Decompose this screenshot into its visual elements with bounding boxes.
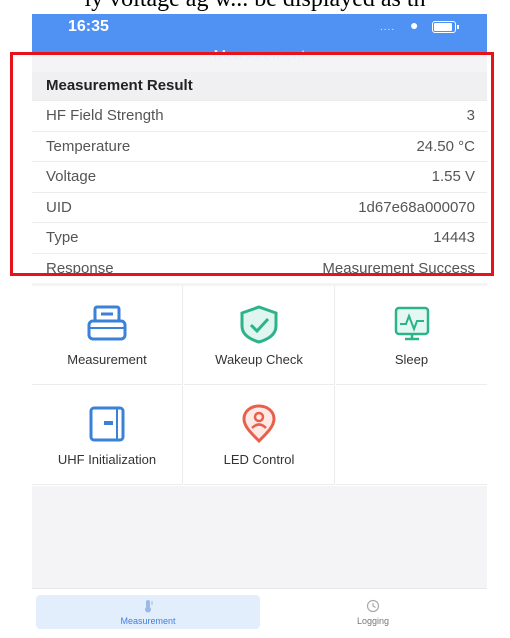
nav-title: Measurement xyxy=(213,50,306,64)
row-label: Voltage xyxy=(46,168,97,185)
result-row-voltage: Voltage 1.55 V xyxy=(32,161,487,192)
measurement-result-panel: Measurement Result HF Field Strength 3 T… xyxy=(32,72,487,283)
uhf-initialization-button[interactable]: UHF Initialization xyxy=(32,386,183,485)
tile-label: UHF Initialization xyxy=(57,452,157,467)
row-value: 3 xyxy=(466,107,475,124)
result-row-type: Type 14443 xyxy=(32,222,487,253)
function-grid: Measurement Wakeup Check Sleep UHF Initi… xyxy=(32,286,487,486)
wakeup-check-button[interactable]: Wakeup Check xyxy=(184,286,335,385)
tab-logging[interactable]: Logging xyxy=(261,595,485,629)
battery-icon xyxy=(432,21,459,33)
row-label: HF Field Strength xyxy=(46,107,164,124)
status-bar: 16:35 .... ● Measurement xyxy=(32,14,487,63)
tile-label: Measurement xyxy=(67,352,147,367)
row-label: Type xyxy=(46,229,79,246)
led-control-button[interactable]: LED Control xyxy=(184,386,335,485)
shield-check-icon xyxy=(240,305,278,344)
status-time: 16:35 xyxy=(68,18,109,35)
sleep-monitor-icon xyxy=(394,306,429,341)
phone-screen: 16:35 .... ● Measurement Measurement Res… xyxy=(32,14,487,638)
card-reader-icon xyxy=(89,406,125,442)
empty-tile xyxy=(336,386,487,485)
document-caption-fragment: ly voltage ag w... be displayed as th xyxy=(0,0,510,13)
results-header: Measurement Result xyxy=(32,72,487,100)
tab-measurement[interactable]: Measurement xyxy=(36,595,260,629)
tile-label: LED Control xyxy=(223,452,295,467)
row-value: 24.50 °C xyxy=(416,137,475,155)
tab-bar: Measurement Logging xyxy=(32,588,487,638)
clock-icon xyxy=(366,599,380,613)
row-label: Temperature xyxy=(46,137,131,155)
tab-label: Logging xyxy=(356,616,390,626)
result-row-response: Response Measurement Success xyxy=(32,252,487,284)
result-row-hf-field-strength: HF Field Strength 3 xyxy=(32,100,487,131)
result-row-temperature: Temperature 24.50 °C xyxy=(32,130,487,162)
wifi-icon: ● xyxy=(410,17,419,33)
row-label: Response xyxy=(46,259,114,277)
row-value: Measurement Success xyxy=(322,259,475,277)
tile-label: Sleep xyxy=(394,352,429,367)
scanner-icon xyxy=(87,305,127,341)
signal-icon: .... xyxy=(380,22,396,33)
row-value: 1.55 V xyxy=(431,168,475,185)
sleep-button[interactable]: Sleep xyxy=(336,286,487,385)
tab-label: Measurement xyxy=(120,616,176,626)
row-label: UID xyxy=(46,198,72,216)
thermometer-icon xyxy=(145,600,153,613)
measurement-button[interactable]: Measurement xyxy=(32,286,183,385)
location-pin-icon xyxy=(242,404,276,444)
result-row-uid: UID 1d67e68a000070 xyxy=(32,191,487,223)
row-value: 1d67e68a000070 xyxy=(358,198,475,216)
tile-label: Wakeup Check xyxy=(215,352,303,367)
row-value: 14443 xyxy=(433,229,475,246)
